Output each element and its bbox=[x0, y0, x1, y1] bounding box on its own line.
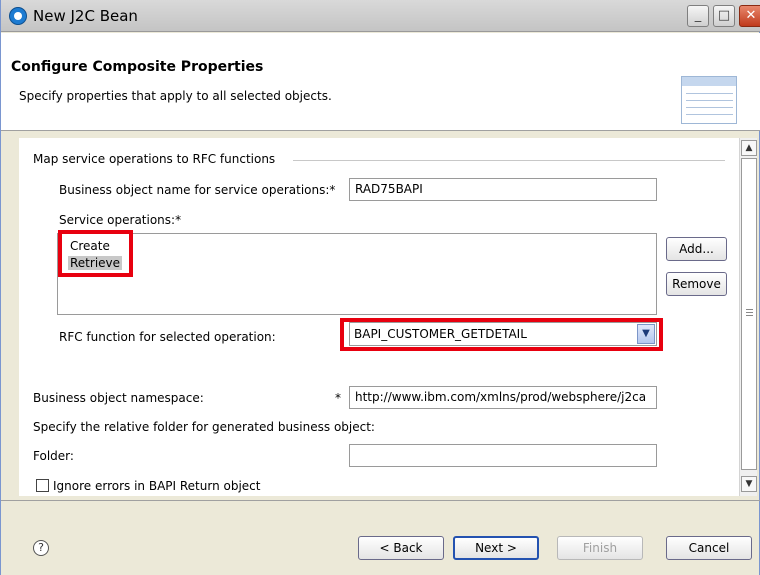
folder-input[interactable] bbox=[349, 444, 657, 467]
page-title: Configure Composite Properties bbox=[11, 59, 264, 75]
scroll-up-icon[interactable]: ▲ bbox=[741, 140, 757, 156]
service-ops-label: Service operations:* bbox=[59, 213, 182, 227]
ignore-errors-label: Ignore errors in BAPI Return object bbox=[53, 479, 261, 493]
finish-button[interactable]: Finish bbox=[557, 536, 643, 560]
group-label: Map service operations to RFC functions bbox=[33, 152, 280, 166]
scrollbar-thumb[interactable] bbox=[741, 158, 757, 470]
footer-divider bbox=[1, 500, 760, 501]
bo-name-input[interactable]: RAD75BAPI bbox=[349, 178, 657, 201]
namespace-label: Business object namespace: bbox=[33, 391, 204, 405]
minimize-button[interactable]: _ bbox=[687, 5, 709, 27]
page-description: Specify properties that apply to all sel… bbox=[19, 89, 332, 103]
required-marker: * bbox=[329, 183, 336, 197]
maximize-button[interactable]: □ bbox=[713, 5, 735, 27]
title-bar[interactable]: New J2C Bean _ □ ✕ bbox=[1, 0, 760, 32]
minimize-icon: _ bbox=[694, 8, 702, 23]
relative-folder-label: Specify the relative folder for generate… bbox=[33, 420, 375, 434]
maximize-icon: □ bbox=[717, 8, 731, 23]
app-icon bbox=[9, 7, 27, 25]
table-wizard-icon bbox=[681, 76, 737, 124]
back-button[interactable]: < Back bbox=[358, 536, 444, 560]
vertical-scrollbar[interactable]: ▲ ▼ bbox=[739, 138, 757, 496]
close-icon: ✕ bbox=[745, 8, 757, 23]
help-icon[interactable]: ? bbox=[33, 540, 49, 556]
service-operations-list[interactable]: Create Retrieve bbox=[57, 233, 657, 315]
bo-name-label: Business object name for service operati… bbox=[59, 183, 335, 197]
wizard-banner: Configure Composite Properties Specify p… bbox=[1, 33, 760, 131]
next-button[interactable]: Next > bbox=[453, 536, 539, 560]
group-divider bbox=[293, 160, 725, 161]
remove-button[interactable]: Remove bbox=[666, 272, 727, 296]
close-button[interactable]: ✕ bbox=[739, 5, 760, 27]
cancel-button[interactable]: Cancel bbox=[666, 536, 752, 560]
add-button[interactable]: Add... bbox=[666, 237, 727, 261]
rfc-function-label: RFC function for selected operation: bbox=[59, 330, 276, 344]
ignore-errors-checkbox[interactable] bbox=[36, 479, 49, 492]
new-j2c-bean-dialog: New J2C Bean _ □ ✕ Configure Composite P… bbox=[0, 0, 760, 575]
namespace-required-marker: * bbox=[335, 391, 341, 405]
folder-label: Folder: bbox=[33, 449, 74, 463]
bo-name-label-text: Business object name for service operati… bbox=[59, 183, 330, 197]
scroll-down-icon[interactable]: ▼ bbox=[741, 476, 757, 492]
window-title: New J2C Bean bbox=[33, 7, 138, 25]
highlight-rfc-function bbox=[340, 318, 663, 351]
namespace-input[interactable]: http://www.ibm.com/xmlns/prod/websphere/… bbox=[349, 386, 657, 409]
highlight-service-ops bbox=[58, 230, 133, 277]
